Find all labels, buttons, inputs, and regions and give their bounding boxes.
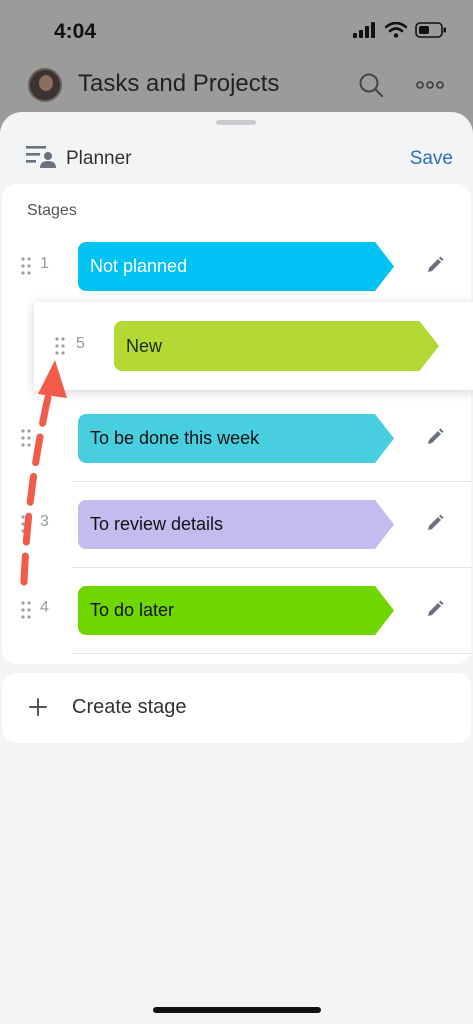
sheet-title: Planner (66, 148, 132, 169)
dragging-stage-row[interactable]: 5 New (34, 302, 473, 390)
stage-number: 5 (76, 335, 85, 352)
plus-icon (29, 698, 47, 716)
stage-number: 1 (40, 255, 49, 272)
stage-pill[interactable]: To review details (78, 500, 394, 549)
create-stage-label: Create stage (72, 696, 187, 718)
stage-row[interactable]: 3 To review details (2, 482, 471, 568)
stage-number: 3 (40, 513, 49, 530)
stage-pill[interactable]: To do later (78, 586, 394, 635)
stages-card: Stages 1 Not planned To be done this wee… (2, 184, 471, 664)
planner-sheet: Planner Save Stages 1 Not planned To be … (0, 112, 473, 1024)
stage-row[interactable]: 4 To do later (2, 568, 471, 654)
planner-icon (26, 146, 56, 168)
stage-pill[interactable]: New (114, 321, 439, 371)
drag-handle-icon[interactable] (20, 600, 32, 620)
create-stage-button[interactable]: Create stage (2, 673, 471, 743)
background-header: Tasks and Projects (0, 62, 473, 110)
stage-pill[interactable]: Not planned (78, 242, 394, 291)
drag-handle-icon[interactable] (54, 336, 66, 356)
row-divider (72, 653, 471, 654)
drag-handle-icon[interactable] (20, 514, 32, 534)
sheet-header: Planner Save (0, 134, 473, 184)
status-time: 4:04 (54, 20, 97, 43)
stage-pill[interactable]: To be done this week (78, 414, 394, 463)
drag-handle-icon[interactable] (20, 256, 32, 276)
stage-row[interactable]: 1 Not planned (2, 224, 471, 310)
stage-number: 4 (40, 599, 49, 616)
status-icons (353, 22, 447, 38)
status-bar: 4:04 (0, 0, 473, 62)
drag-handle-icon[interactable] (20, 428, 32, 448)
edit-icon[interactable] (426, 256, 444, 274)
stage-row[interactable]: To be done this week (2, 396, 471, 482)
edit-icon[interactable] (426, 514, 444, 532)
search-icon (359, 73, 383, 97)
edit-icon[interactable] (426, 428, 444, 446)
home-indicator (153, 1007, 321, 1013)
save-button[interactable]: Save (410, 148, 453, 170)
more-icon (416, 81, 444, 89)
edit-icon[interactable] (426, 600, 444, 618)
signal-icon (353, 22, 375, 38)
avatar (28, 68, 62, 102)
wifi-icon (385, 22, 407, 38)
battery-icon (415, 22, 446, 38)
sheet-grabber[interactable] (216, 120, 256, 125)
background-title: Tasks and Projects (78, 70, 280, 97)
stages-heading: Stages (27, 202, 77, 219)
